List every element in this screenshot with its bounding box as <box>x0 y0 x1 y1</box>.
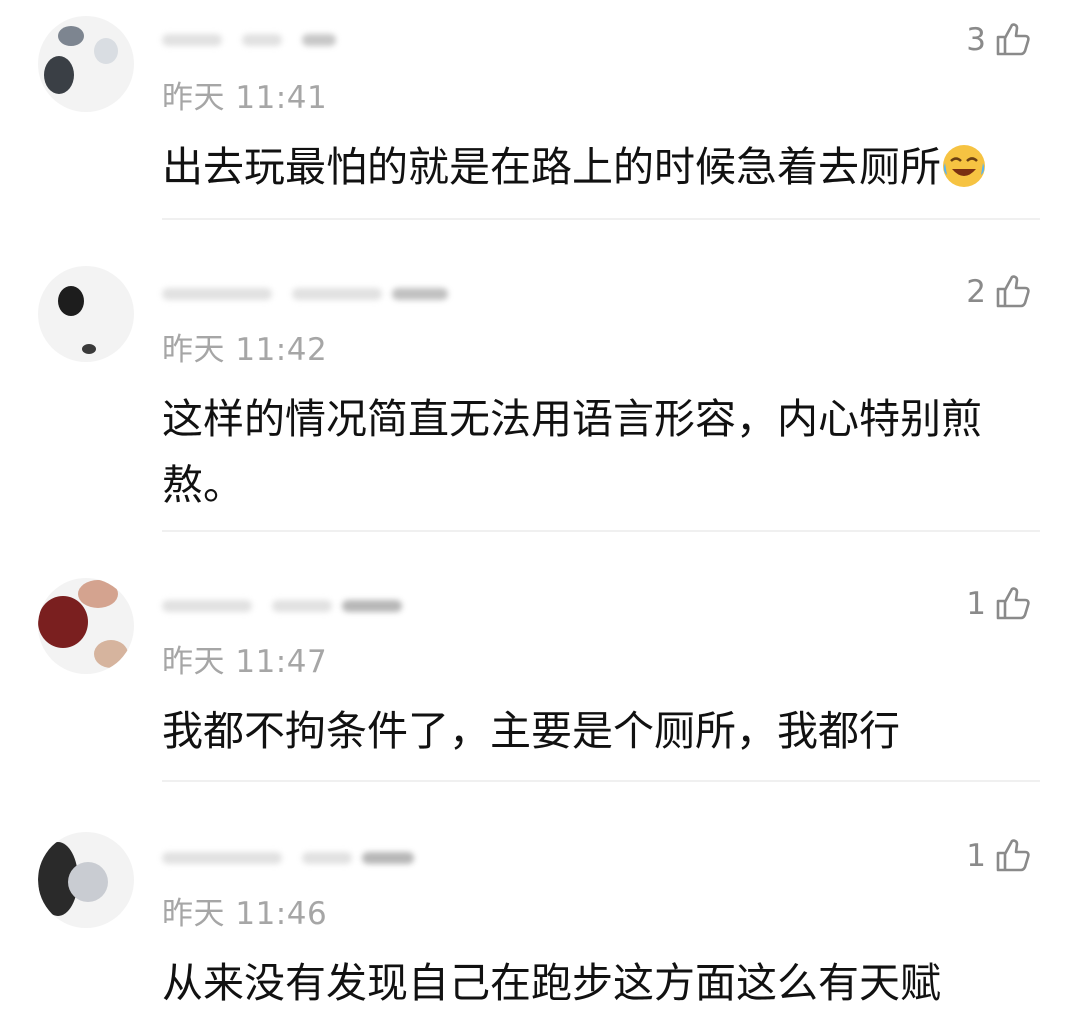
thumbs-up-icon <box>996 23 1030 56</box>
divider <box>162 780 1040 782</box>
like-count: 2 <box>966 274 986 310</box>
username-redacted[interactable] <box>162 590 454 620</box>
comment-time: 昨天 11:41 <box>162 80 328 116</box>
comment-time: 昨天 11:47 <box>162 644 328 680</box>
like-button[interactable]: 1 <box>966 584 1032 624</box>
username-redacted[interactable] <box>162 842 454 872</box>
like-count: 1 <box>966 838 986 874</box>
comment-item: 昨天 11:42 2 这样的情况简直无法用语言形容，内心特别煎熬。 <box>0 250 1080 532</box>
crying-laughing-emoji <box>943 145 985 187</box>
avatar[interactable] <box>38 16 134 112</box>
thumbs-up-icon <box>996 587 1030 620</box>
like-button[interactable]: 2 <box>966 272 1032 312</box>
comment-text: 我都不拘条件了，主要是个厕所，我都行 <box>162 707 900 755</box>
divider <box>162 218 1040 220</box>
username-redacted[interactable] <box>162 24 454 54</box>
comment-item: 昨天 11:41 3 出去玩最怕的就是在路上的时候急着去厕所 <box>0 0 1080 220</box>
thumbs-up-icon <box>996 839 1030 872</box>
like-count: 1 <box>966 586 986 622</box>
username-redacted[interactable] <box>162 278 454 308</box>
comment-time: 昨天 11:46 <box>162 896 328 932</box>
comment-text: 出去玩最怕的就是在路上的时候急着去厕所 <box>162 134 1042 200</box>
avatar[interactable] <box>38 832 134 928</box>
divider <box>162 530 1040 532</box>
comment-item: 昨天 11:46 1 从来没有发现自己在跑步这方面这么有天赋 <box>0 816 1080 1036</box>
comment-text: 从来没有发现自己在跑步这方面这么有天赋 <box>162 959 941 1007</box>
comment-time: 昨天 11:42 <box>162 332 328 368</box>
comment-item: 昨天 11:47 1 我都不拘条件了，主要是个厕所，我都行 <box>0 564 1080 782</box>
like-count: 3 <box>966 22 986 58</box>
comment-text: 这样的情况简直无法用语言形容，内心特别煎熬。 <box>162 395 982 509</box>
like-button[interactable]: 1 <box>966 836 1032 876</box>
avatar[interactable] <box>38 266 134 362</box>
like-button[interactable]: 3 <box>966 20 1032 60</box>
thumbs-up-icon <box>996 275 1030 308</box>
avatar[interactable] <box>38 578 134 674</box>
